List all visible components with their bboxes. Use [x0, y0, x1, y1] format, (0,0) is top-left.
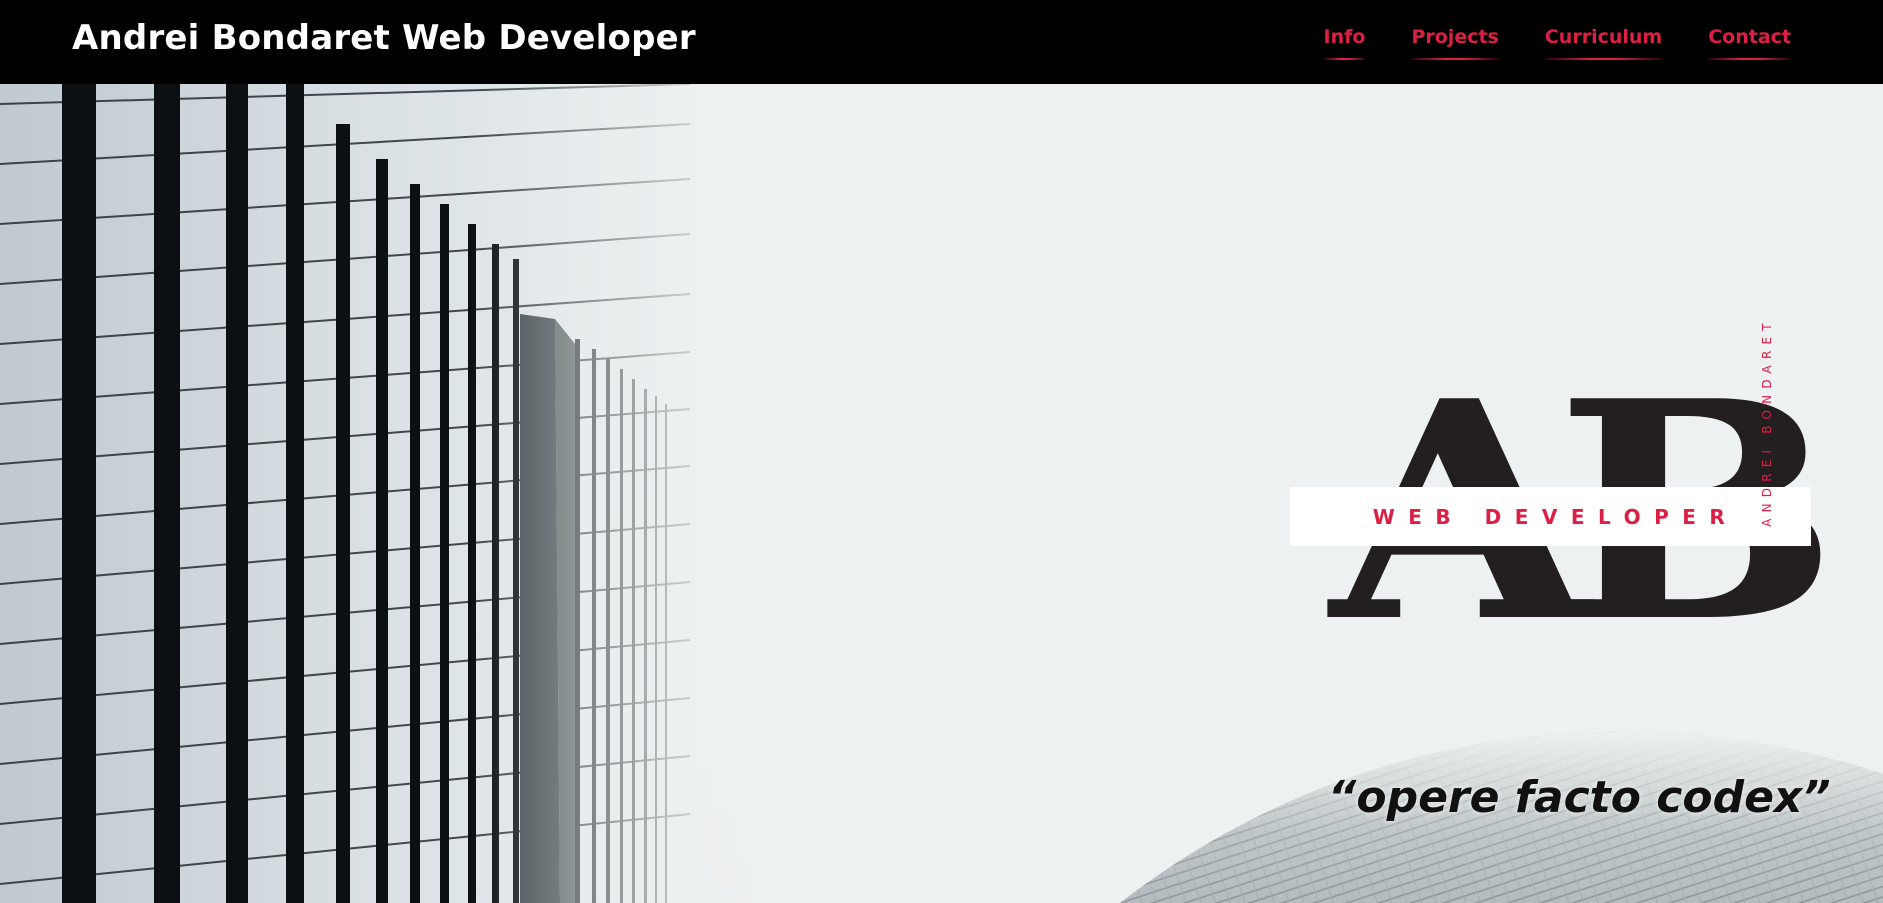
site-header: Andrei Bondaret Web Developer Info Proje… — [0, 0, 1883, 84]
ab-logo: AB WEB DEVELOPER — [1290, 362, 1839, 662]
logo-vertical-name-wrapper: ANDREI BONDARET — [1757, 300, 1777, 550]
main-nav: Info Projects Curriculum Contact — [1323, 26, 1791, 62]
nav-link-info[interactable]: Info — [1323, 26, 1366, 62]
site-title[interactable]: Andrei Bondaret Web Developer — [72, 18, 696, 58]
nav-link-projects[interactable]: Projects — [1411, 26, 1499, 62]
logo-tagline: WEB DEVELOPER — [1372, 504, 1739, 529]
logo-tagline-band: WEB DEVELOPER — [1290, 487, 1811, 546]
nav-link-contact[interactable]: Contact — [1708, 26, 1791, 62]
hero-quote: “opere facto codex” — [1328, 772, 1831, 823]
hero-section: AB WEB DEVELOPER ANDREI BONDARET “opere … — [0, 84, 1883, 903]
logo-vertical-name: ANDREI BONDARET — [1760, 317, 1774, 527]
nav-link-curriculum[interactable]: Curriculum — [1544, 26, 1663, 62]
